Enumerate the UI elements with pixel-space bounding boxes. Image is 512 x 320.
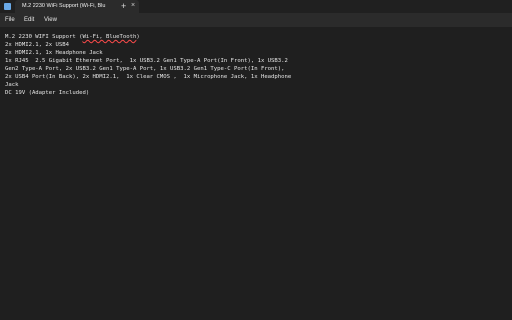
text-line: Gen2 Type-A Port, 2x USB3.2 Gen1 Type-A … <box>5 66 285 72</box>
text-line: 2x USB4 Port(In Back), 2x HDMI2.1, 1x Cl… <box>5 74 292 80</box>
close-tab-icon[interactable]: × <box>131 1 135 11</box>
text-line: 1x RJ45 2.5 Gigabit Ethernet Port, 1x US… <box>5 58 288 64</box>
text-line: 2x HDMI2.1, 1x Headphone Jack <box>5 50 103 56</box>
text-segment: ) <box>136 34 140 40</box>
menu-view[interactable]: View <box>44 16 57 24</box>
text-line: M.2 2230 WIFI Support (Wi-Fi, BlueTooth) <box>5 33 140 41</box>
menu-file[interactable]: File <box>5 16 15 24</box>
text-line: Jack <box>5 82 19 88</box>
tab-title: M.2 2230 WiFi Support (Wi-Fi, Blu <box>22 3 106 9</box>
misspelled-text: Wi-Fi, BlueTooth <box>82 34 137 40</box>
text-editor[interactable]: M.2 2230 WIFI Support (Wi-Fi, BlueTooth)… <box>0 27 512 320</box>
notepad-icon <box>4 3 11 10</box>
text-line: DC 19V (Adapter Included) <box>5 90 90 96</box>
title-bar: M.2 2230 WiFi Support (Wi-Fi, Blu × + <box>0 0 512 13</box>
menu-bar: File Edit View <box>0 13 512 27</box>
text-line: 2x HDMI2.1, 2x USB4 <box>5 42 69 48</box>
menu-edit[interactable]: Edit <box>24 16 34 24</box>
new-tab-button[interactable]: + <box>121 0 126 13</box>
text-segment: M.2 2230 WIFI Support ( <box>5 34 83 40</box>
